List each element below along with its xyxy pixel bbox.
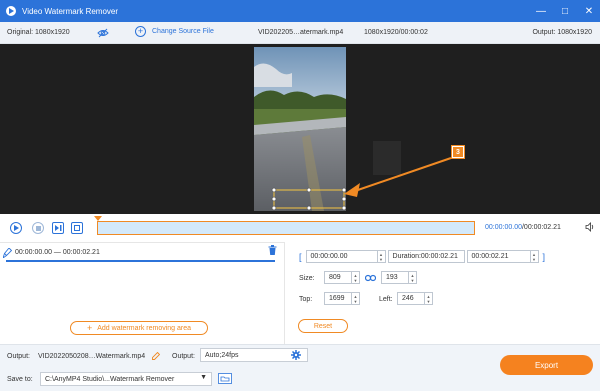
chevron-down-icon[interactable]: ▼: [200, 374, 207, 381]
start-time-field[interactable]: 00:00:00.00 ▲ ▼: [305, 250, 386, 263]
step-3-badge: 3: [451, 145, 465, 159]
start-time-spinner[interactable]: ▲ ▼: [376, 251, 385, 262]
left-field[interactable]: 246 ▲ ▼: [397, 292, 433, 305]
timeline-track[interactable]: [97, 221, 475, 235]
link-icon[interactable]: [365, 274, 376, 282]
add-watermark-area-label: Add watermark removing area: [97, 324, 192, 332]
export-button[interactable]: Export: [500, 355, 593, 375]
plus-icon: +: [86, 323, 93, 333]
segment-underline: [6, 260, 275, 262]
height-value: 193: [386, 274, 398, 281]
snapshot-button[interactable]: [71, 222, 83, 234]
snapshot-icon: [74, 225, 80, 231]
end-time-field[interactable]: 00:00:02.21 ▲ ▼: [466, 250, 539, 263]
edit-pencil-icon[interactable]: [152, 352, 160, 360]
save-to-label: Save to:: [7, 376, 33, 383]
height-spinner[interactable]: ▲ ▼: [408, 272, 416, 283]
gear-icon[interactable]: [291, 350, 301, 360]
top-field[interactable]: 1699 ▲ ▼: [324, 292, 360, 305]
height-field[interactable]: 193 ▲ ▼: [381, 271, 417, 284]
trash-icon[interactable]: [268, 245, 277, 255]
end-time-spinner[interactable]: ▲ ▼: [529, 251, 538, 262]
segment-range: 00:00:00.00 — 00:00:02.21: [15, 249, 100, 256]
duration-field: Duration:00:00:02.21: [387, 250, 465, 263]
width-field[interactable]: 809 ▲ ▼: [324, 271, 360, 284]
segment-row[interactable]: 00:00:00.00 — 00:00:02.21: [0, 243, 280, 265]
stop-icon: [35, 225, 41, 231]
reset-button[interactable]: Reset: [298, 319, 348, 333]
save-path-value: C:\AnyMP4 Studio\...Watermark Remover: [45, 375, 175, 383]
duration-value: Duration:00:00:02.21: [392, 253, 458, 260]
brush-icon: [3, 248, 12, 258]
set-end-icon[interactable]: ]: [543, 252, 546, 262]
output-format-value: Auto;24fps: [205, 351, 239, 359]
next-frame-button[interactable]: [52, 222, 64, 234]
output-label: Output:: [7, 353, 30, 360]
volume-icon[interactable]: [585, 222, 595, 232]
output-file-name: VID2022050208…Watermark.mp4: [38, 353, 146, 360]
width-spinner[interactable]: ▲ ▼: [351, 272, 359, 283]
duration-row: [ 00:00:00.00 ▲ ▼ Duration:00:00:02.21 00…: [299, 250, 545, 263]
top-label: Top:: [299, 296, 313, 303]
size-label: Size:: [299, 275, 315, 282]
play-button[interactable]: [10, 222, 22, 234]
start-time-value: 00:00:00.00: [310, 253, 348, 260]
width-value: 809: [329, 274, 341, 281]
stop-button[interactable]: [32, 222, 44, 234]
output-format-label: Output:: [172, 353, 195, 360]
folder-icon[interactable]: [218, 373, 232, 384]
current-time: 00:00:00.00: [485, 224, 522, 231]
save-path-field[interactable]: C:\AnyMP4 Studio\...Watermark Remover ▼: [40, 372, 212, 386]
total-time: /00:00:02.21: [521, 224, 561, 231]
timecode: 00:00:00.00/00:00:02.21: [485, 224, 561, 231]
next-frame-icon: [54, 225, 61, 231]
end-time-value: 00:00:02.21: [471, 253, 509, 260]
left-spinner[interactable]: ▲ ▼: [424, 293, 432, 304]
left-label: Left:: [379, 296, 393, 303]
top-spinner[interactable]: ▲ ▼: [351, 293, 359, 304]
play-icon: [14, 225, 19, 231]
left-value: 246: [402, 295, 414, 302]
top-value: 1699: [329, 295, 345, 302]
set-start-icon[interactable]: [: [299, 252, 302, 262]
add-watermark-area-button[interactable]: + Add watermark removing area: [70, 321, 208, 335]
